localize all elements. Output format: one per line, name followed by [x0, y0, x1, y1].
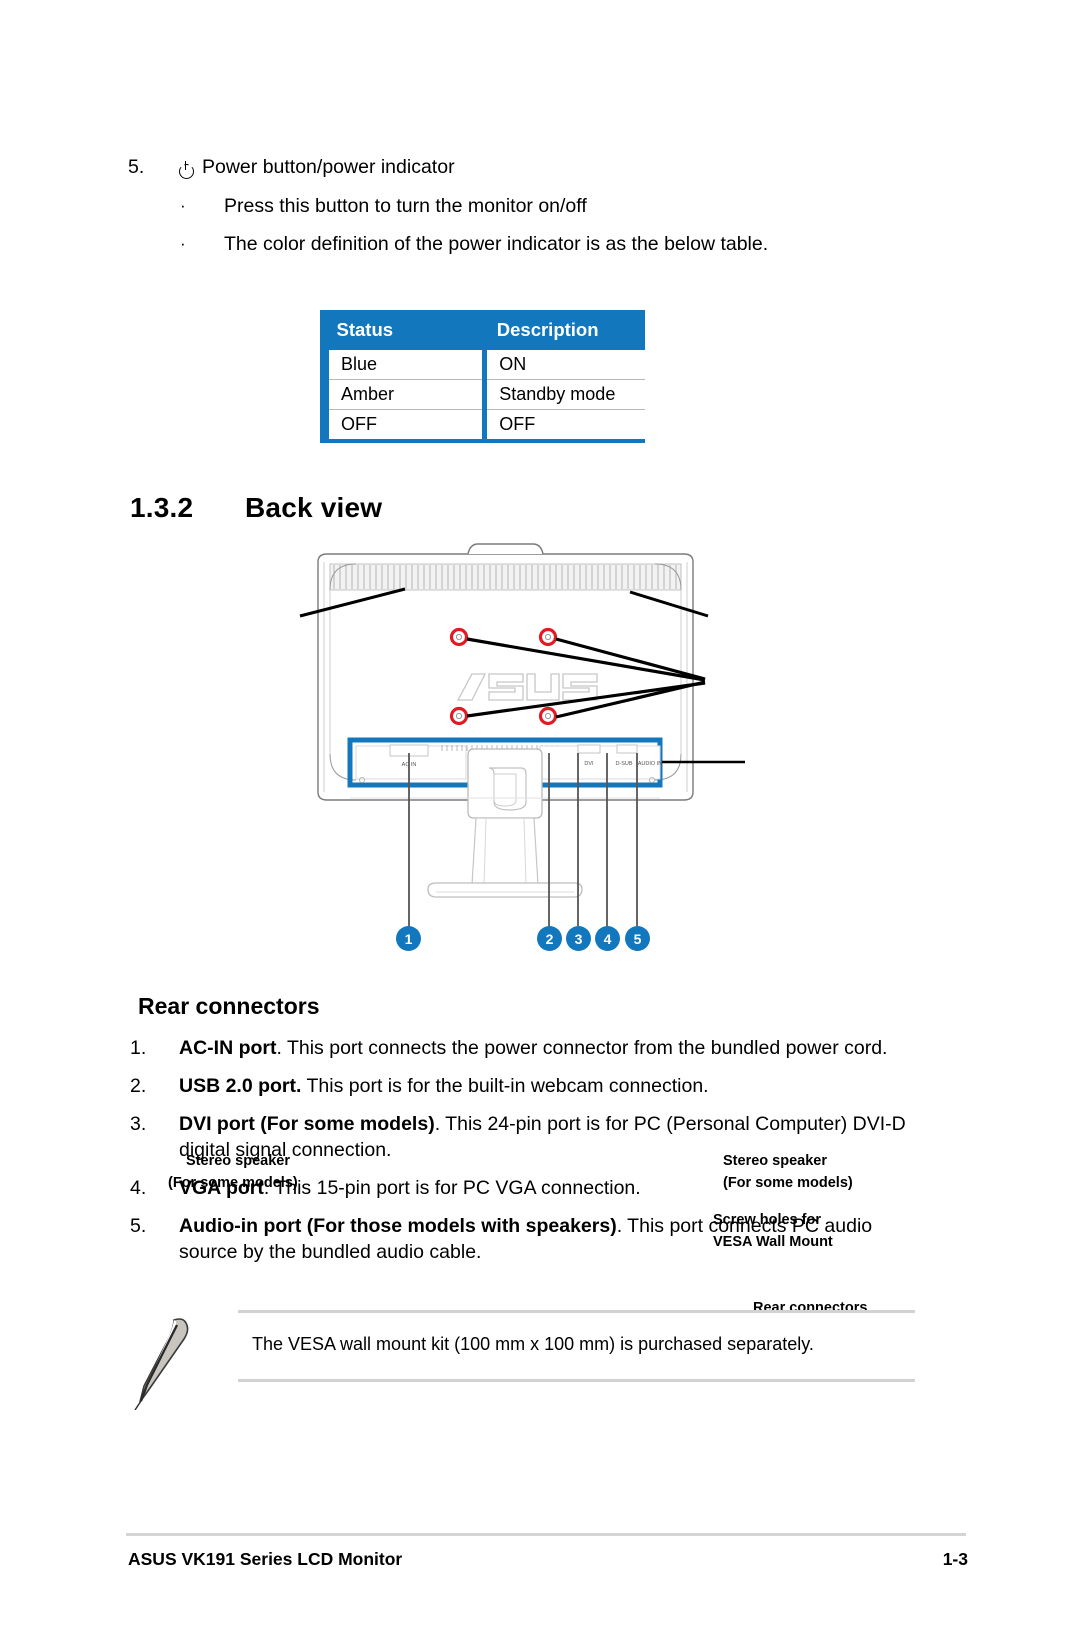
column-header-status: Status: [324, 310, 485, 350]
footer-divider: [126, 1533, 966, 1536]
cell-description: ON: [482, 350, 645, 380]
list-item-bold: DVI port (For some models): [179, 1112, 435, 1135]
list-item-text: AC-IN port. This port connects the power…: [179, 1036, 930, 1062]
cell-status: Blue: [319, 350, 485, 380]
list-item: 5. Audio-in port (For those models with …: [130, 1214, 930, 1266]
cell-status: Amber: [319, 379, 485, 410]
section-number: 1.3.2: [130, 492, 194, 523]
item-number: 5.: [128, 156, 145, 178]
list-item-text: VGA port. This 15-pin port is for PC VGA…: [179, 1176, 930, 1202]
note-divider-bottom: [238, 1379, 915, 1382]
svg-text:D-SUB: D-SUB: [615, 761, 632, 767]
table-row: Blue ON: [319, 350, 645, 380]
table-row: Amber Standby mode: [319, 379, 645, 410]
bullet-text: Press this button to turn the monitor on…: [224, 194, 587, 217]
footer-product-name: ASUS VK191 Series LCD Monitor: [128, 1549, 403, 1569]
list-item-bold: Audio-in port (For those models with spe…: [179, 1214, 617, 1237]
list-item: 2. USB 2.0 port. This port is for the bu…: [130, 1074, 930, 1100]
cell-description: OFF: [482, 409, 645, 439]
section-title: Back view: [245, 492, 383, 523]
list-item-number: 4.: [130, 1176, 147, 1199]
screw-hole-icon: [449, 706, 469, 726]
back-view-figure: AC IN DVI D-SUB AUDIO IN Stereo speaker …: [0, 540, 1080, 1316]
list-item: 1. AC-IN port. This port connects the po…: [130, 1036, 930, 1062]
bullet-icon: ·: [180, 234, 186, 253]
list-item-number: 2.: [130, 1074, 147, 1097]
list-item-bold: AC-IN port: [179, 1037, 277, 1059]
note-text: The VESA wall mount kit (100 mm x 100 mm…: [252, 1334, 814, 1354]
list-item-body: This port is for the built-in webcam con…: [301, 1074, 709, 1097]
bullet-text: The color definition of the power indica…: [224, 233, 769, 255]
power-icon: [178, 161, 195, 179]
table-header-row: Status Description: [324, 310, 645, 350]
callout-badge-4: 4: [595, 926, 620, 951]
screw-hole-icon: [538, 627, 558, 647]
monitor-back-illustration: AC IN DVI D-SUB AUDIO IN: [299, 543, 745, 926]
document-page: 5. Power button/power indicator · Press …: [0, 0, 1080, 1627]
table-row: OFF OFF: [319, 409, 645, 439]
bullet-item: · Press this button to turn the monitor …: [180, 194, 948, 217]
screw-hole-icon: [449, 627, 469, 647]
list-item-number: 5.: [130, 1214, 147, 1237]
list-item-bold: VGA port: [179, 1176, 264, 1199]
power-indicator-status-table: Status Description Blue ON Amber Standby…: [319, 310, 645, 443]
note-pen-icon: [134, 1318, 189, 1410]
rear-connectors-list: 1. AC-IN port. This port connects the po…: [130, 1036, 930, 1277]
cell-status: OFF: [319, 409, 485, 439]
callout-badge-3: 3: [566, 926, 591, 951]
footer-page-number: 1-3: [942, 1549, 968, 1569]
list-item-text: USB 2.0 port. This port is for the built…: [179, 1074, 930, 1100]
list-item-bold: USB 2.0 port.: [179, 1074, 302, 1097]
cell-description: Standby mode: [482, 379, 645, 410]
list-item: 4. VGA port. This 15-pin port is for PC …: [130, 1176, 930, 1202]
list-item-number: 1.: [130, 1037, 147, 1059]
power-button-title-row: 5. Power button/power indicator: [128, 156, 948, 179]
rear-connectors-heading: Rear connectors: [138, 993, 320, 1019]
list-item-text: Audio-in port (For those models with spe…: [179, 1214, 930, 1266]
list-item-text: DVI port (For some models). This 24-pin …: [179, 1112, 930, 1164]
column-header-description: Description: [484, 310, 645, 350]
callout-badge-5: 5: [625, 926, 650, 951]
bullet-item: · The color definition of the power indi…: [180, 233, 948, 255]
note-box: The VESA wall mount kit (100 mm x 100 mm…: [130, 1310, 915, 1410]
callout-badge-2: 2: [537, 926, 562, 951]
power-button-title: Power button/power indicator: [202, 156, 455, 178]
list-item-body: . This port connects the power connector…: [276, 1037, 888, 1059]
callout-badge-1: 1: [396, 926, 421, 951]
svg-text:AUDIO IN: AUDIO IN: [638, 761, 662, 767]
list-item: 3. DVI port (For some models). This 24-p…: [130, 1112, 930, 1164]
power-button-item: 5. Power button/power indicator · Press …: [128, 156, 948, 255]
note-divider-top: [238, 1310, 915, 1313]
bullet-icon: ·: [180, 195, 186, 215]
section-heading: 1.3.2 Back view: [130, 492, 382, 524]
list-item-body: . This 15-pin port is for PC VGA connect…: [263, 1176, 641, 1199]
screw-hole-icon: [538, 706, 558, 726]
list-item-number: 3.: [130, 1112, 147, 1135]
svg-text:DVI: DVI: [584, 761, 594, 767]
